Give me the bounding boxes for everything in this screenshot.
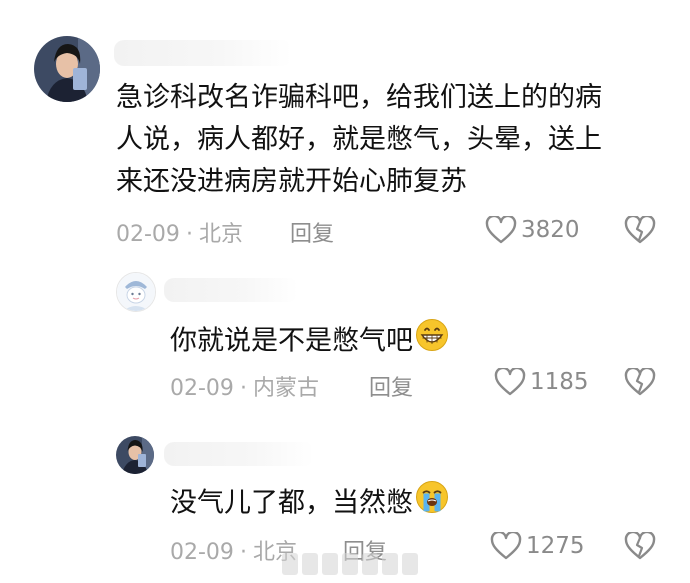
reply-text: 没气儿了都，当然憋 [170,480,449,528]
username-blurred[interactable] [164,278,298,302]
avatar[interactable] [116,272,156,312]
heart-outline-icon [485,216,517,244]
like-button[interactable]: 1275 [490,532,585,560]
comment-text-line-3: 来还没进病房就开始心肺复苏 [116,166,467,197]
username-blurred[interactable] [164,442,314,466]
like-button[interactable]: 3820 [485,216,580,244]
meta-separator: · [185,222,193,247]
heart-outline-icon [494,368,526,396]
like-count: 3820 [521,217,580,243]
dislike-button[interactable] [624,214,656,248]
comment-meta: 02-09 · 内蒙古 [170,370,319,402]
reply-button[interactable]: 回复 [369,370,413,402]
meta-separator: · [239,540,247,565]
dislike-button[interactable] [624,366,656,400]
reply-text-content: 你就说是不是憋气吧 [170,325,413,357]
broken-heart-icon [624,530,656,560]
reply-button[interactable]: 回复 [290,216,334,248]
broken-heart-icon [624,366,656,396]
comment-text-line-1: 急诊科改名诈骗科吧，给我们送上的的病 [116,82,602,113]
avatar-illustration [117,273,155,311]
reply-text-content: 没气儿了都，当然憋 [170,487,413,519]
watermark [282,553,422,579]
comment-location: 内蒙古 [252,376,319,401]
avatar[interactable] [116,436,154,474]
meta-separator: · [239,376,247,401]
comment-meta: 02-09 · 北京 [170,534,297,566]
heart-outline-icon [490,532,522,560]
username-blurred[interactable] [114,40,292,66]
avatar[interactable] [34,36,100,102]
avatar-photo [116,436,154,474]
comment-date: 02-09 [116,222,180,247]
comment-meta: 02-09 · 北京 [116,216,243,248]
dislike-button[interactable] [624,530,656,564]
avatar-photo [34,36,100,102]
loudly-crying-face-emoji-icon [415,480,449,528]
reply-text: 你就说是不是憋气吧 [170,318,449,366]
comment-date: 02-09 [170,540,234,565]
like-count: 1185 [530,369,589,395]
comment-location: 北京 [198,222,243,247]
broken-heart-icon [624,214,656,244]
comment-text-line-2: 人说，病人都好，就是憋气，头晕，送上 [116,124,602,155]
grinning-face-emoji-icon [415,318,449,366]
like-count: 1275 [526,533,585,559]
comment-date: 02-09 [170,376,234,401]
like-button[interactable]: 1185 [494,368,589,396]
